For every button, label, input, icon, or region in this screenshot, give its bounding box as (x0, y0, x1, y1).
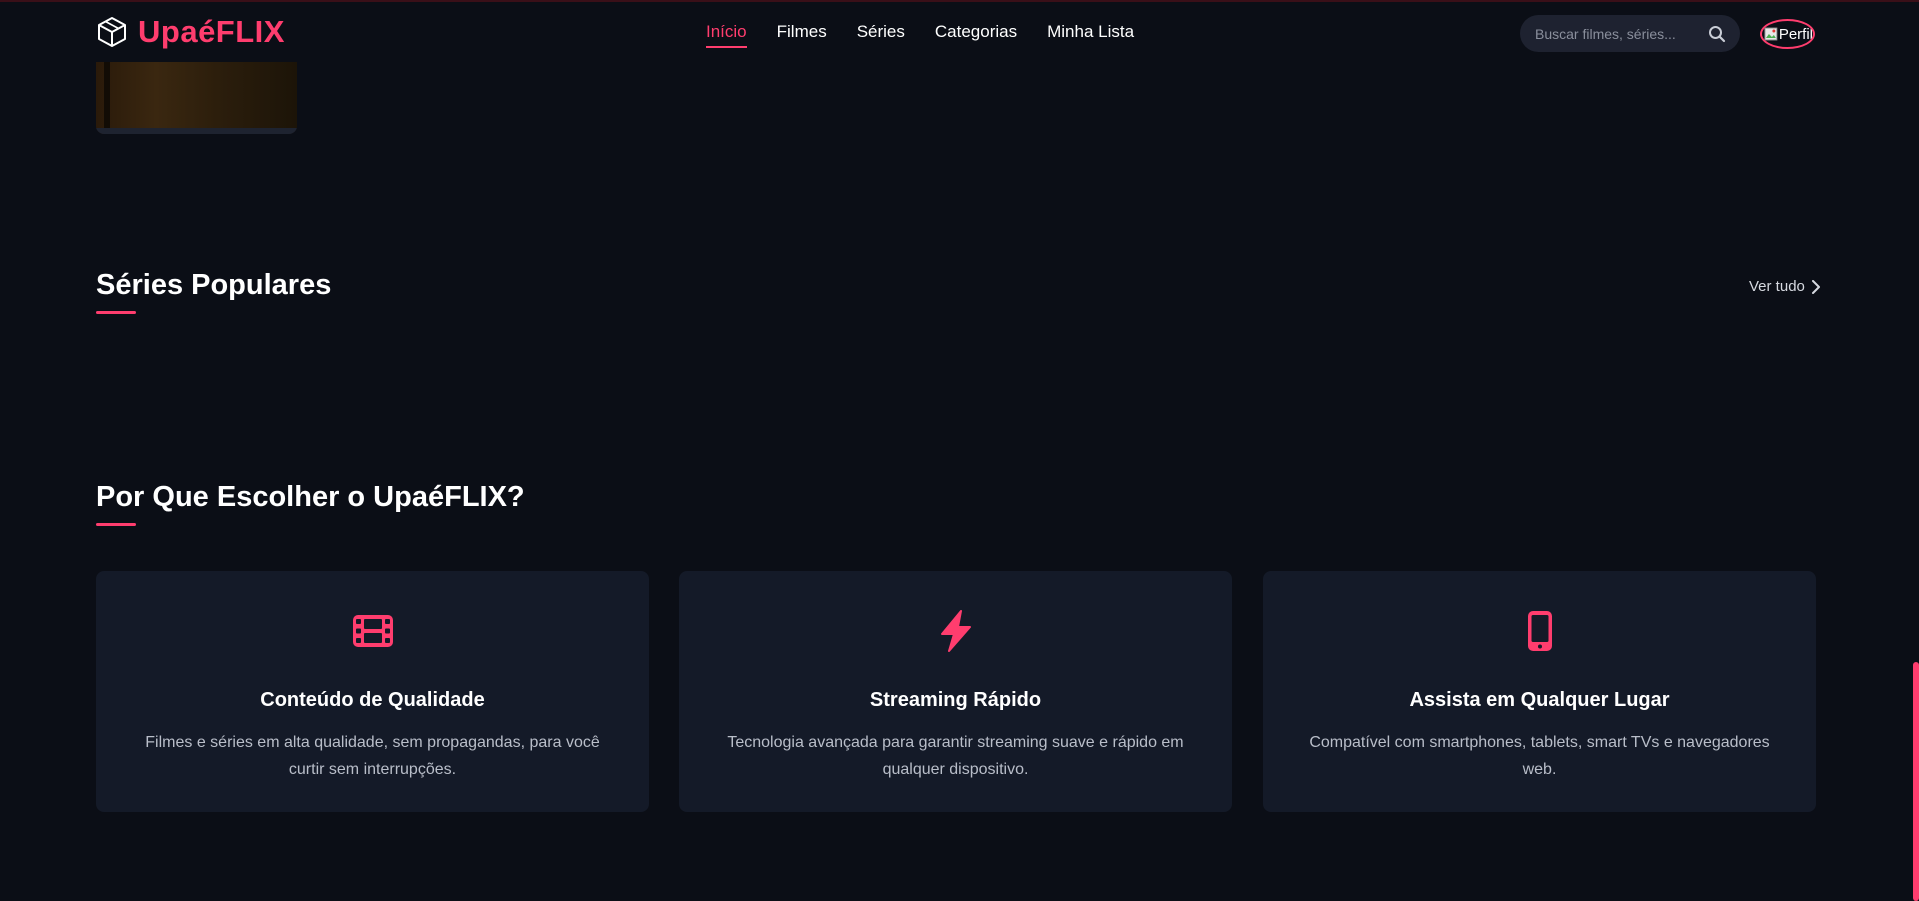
feature-title: Streaming Rápido (869, 689, 1042, 711)
feature-card-quality: Conteúdo de Qualidade Filmes e séries em… (96, 571, 649, 812)
nav-item-inicio[interactable]: Início (706, 22, 747, 48)
chevron-right-icon (1811, 279, 1820, 294)
broken-image-icon (1764, 27, 1778, 41)
feature-description: Tecnologia avançada para garantir stream… (727, 734, 1184, 778)
title-underline (96, 311, 136, 314)
section-title-popular-series: Séries Populares (96, 269, 332, 301)
section-title-why-choose: Por Que Escolher o UpaéFLIX? (96, 481, 525, 513)
cube-icon (98, 17, 126, 47)
search-icon[interactable] (1708, 25, 1726, 43)
main-nav: Início Filmes Séries Categorias Minha Li… (706, 22, 1134, 48)
film-icon (352, 615, 393, 647)
bolt-icon (940, 610, 971, 652)
feature-title: Conteúdo de Qualidade (260, 689, 485, 711)
movie-card-thumbnail[interactable] (96, 62, 297, 134)
logo[interactable]: UpaéFLIX (96, 14, 285, 50)
feature-description: Compatível com smartphones, tablets, sma… (1309, 734, 1770, 778)
nav-item-series[interactable]: Séries (857, 22, 905, 48)
scrollbar-thumb[interactable] (1913, 662, 1919, 901)
search-box (1520, 15, 1740, 52)
avatar[interactable]: Perfil (1760, 19, 1815, 49)
avatar-alt-text: Perfil (1778, 25, 1813, 43)
feature-card-anywhere: Assista em Qualquer Lugar Compatível com… (1263, 571, 1816, 812)
feature-card-streaming: Streaming Rápido Tecnologia avançada par… (679, 571, 1232, 812)
nav-item-filmes[interactable]: Filmes (777, 22, 827, 48)
see-all-link[interactable]: Ver tudo (1749, 278, 1821, 295)
nav-item-minha-lista[interactable]: Minha Lista (1047, 22, 1134, 48)
feature-description: Filmes e séries em alta qualidade, sem p… (145, 734, 600, 778)
site-header: UpaéFLIX Início Filmes Séries Categorias… (0, 2, 1919, 62)
nav-item-categorias[interactable]: Categorias (935, 22, 1017, 48)
title-underline (96, 523, 136, 526)
brand-name: UpaéFLIX (138, 14, 285, 49)
mobile-icon (1527, 611, 1552, 651)
see-all-label: Ver tudo (1749, 278, 1805, 295)
search-input[interactable] (1535, 25, 1705, 42)
feature-title: Assista em Qualquer Lugar (1409, 689, 1670, 711)
